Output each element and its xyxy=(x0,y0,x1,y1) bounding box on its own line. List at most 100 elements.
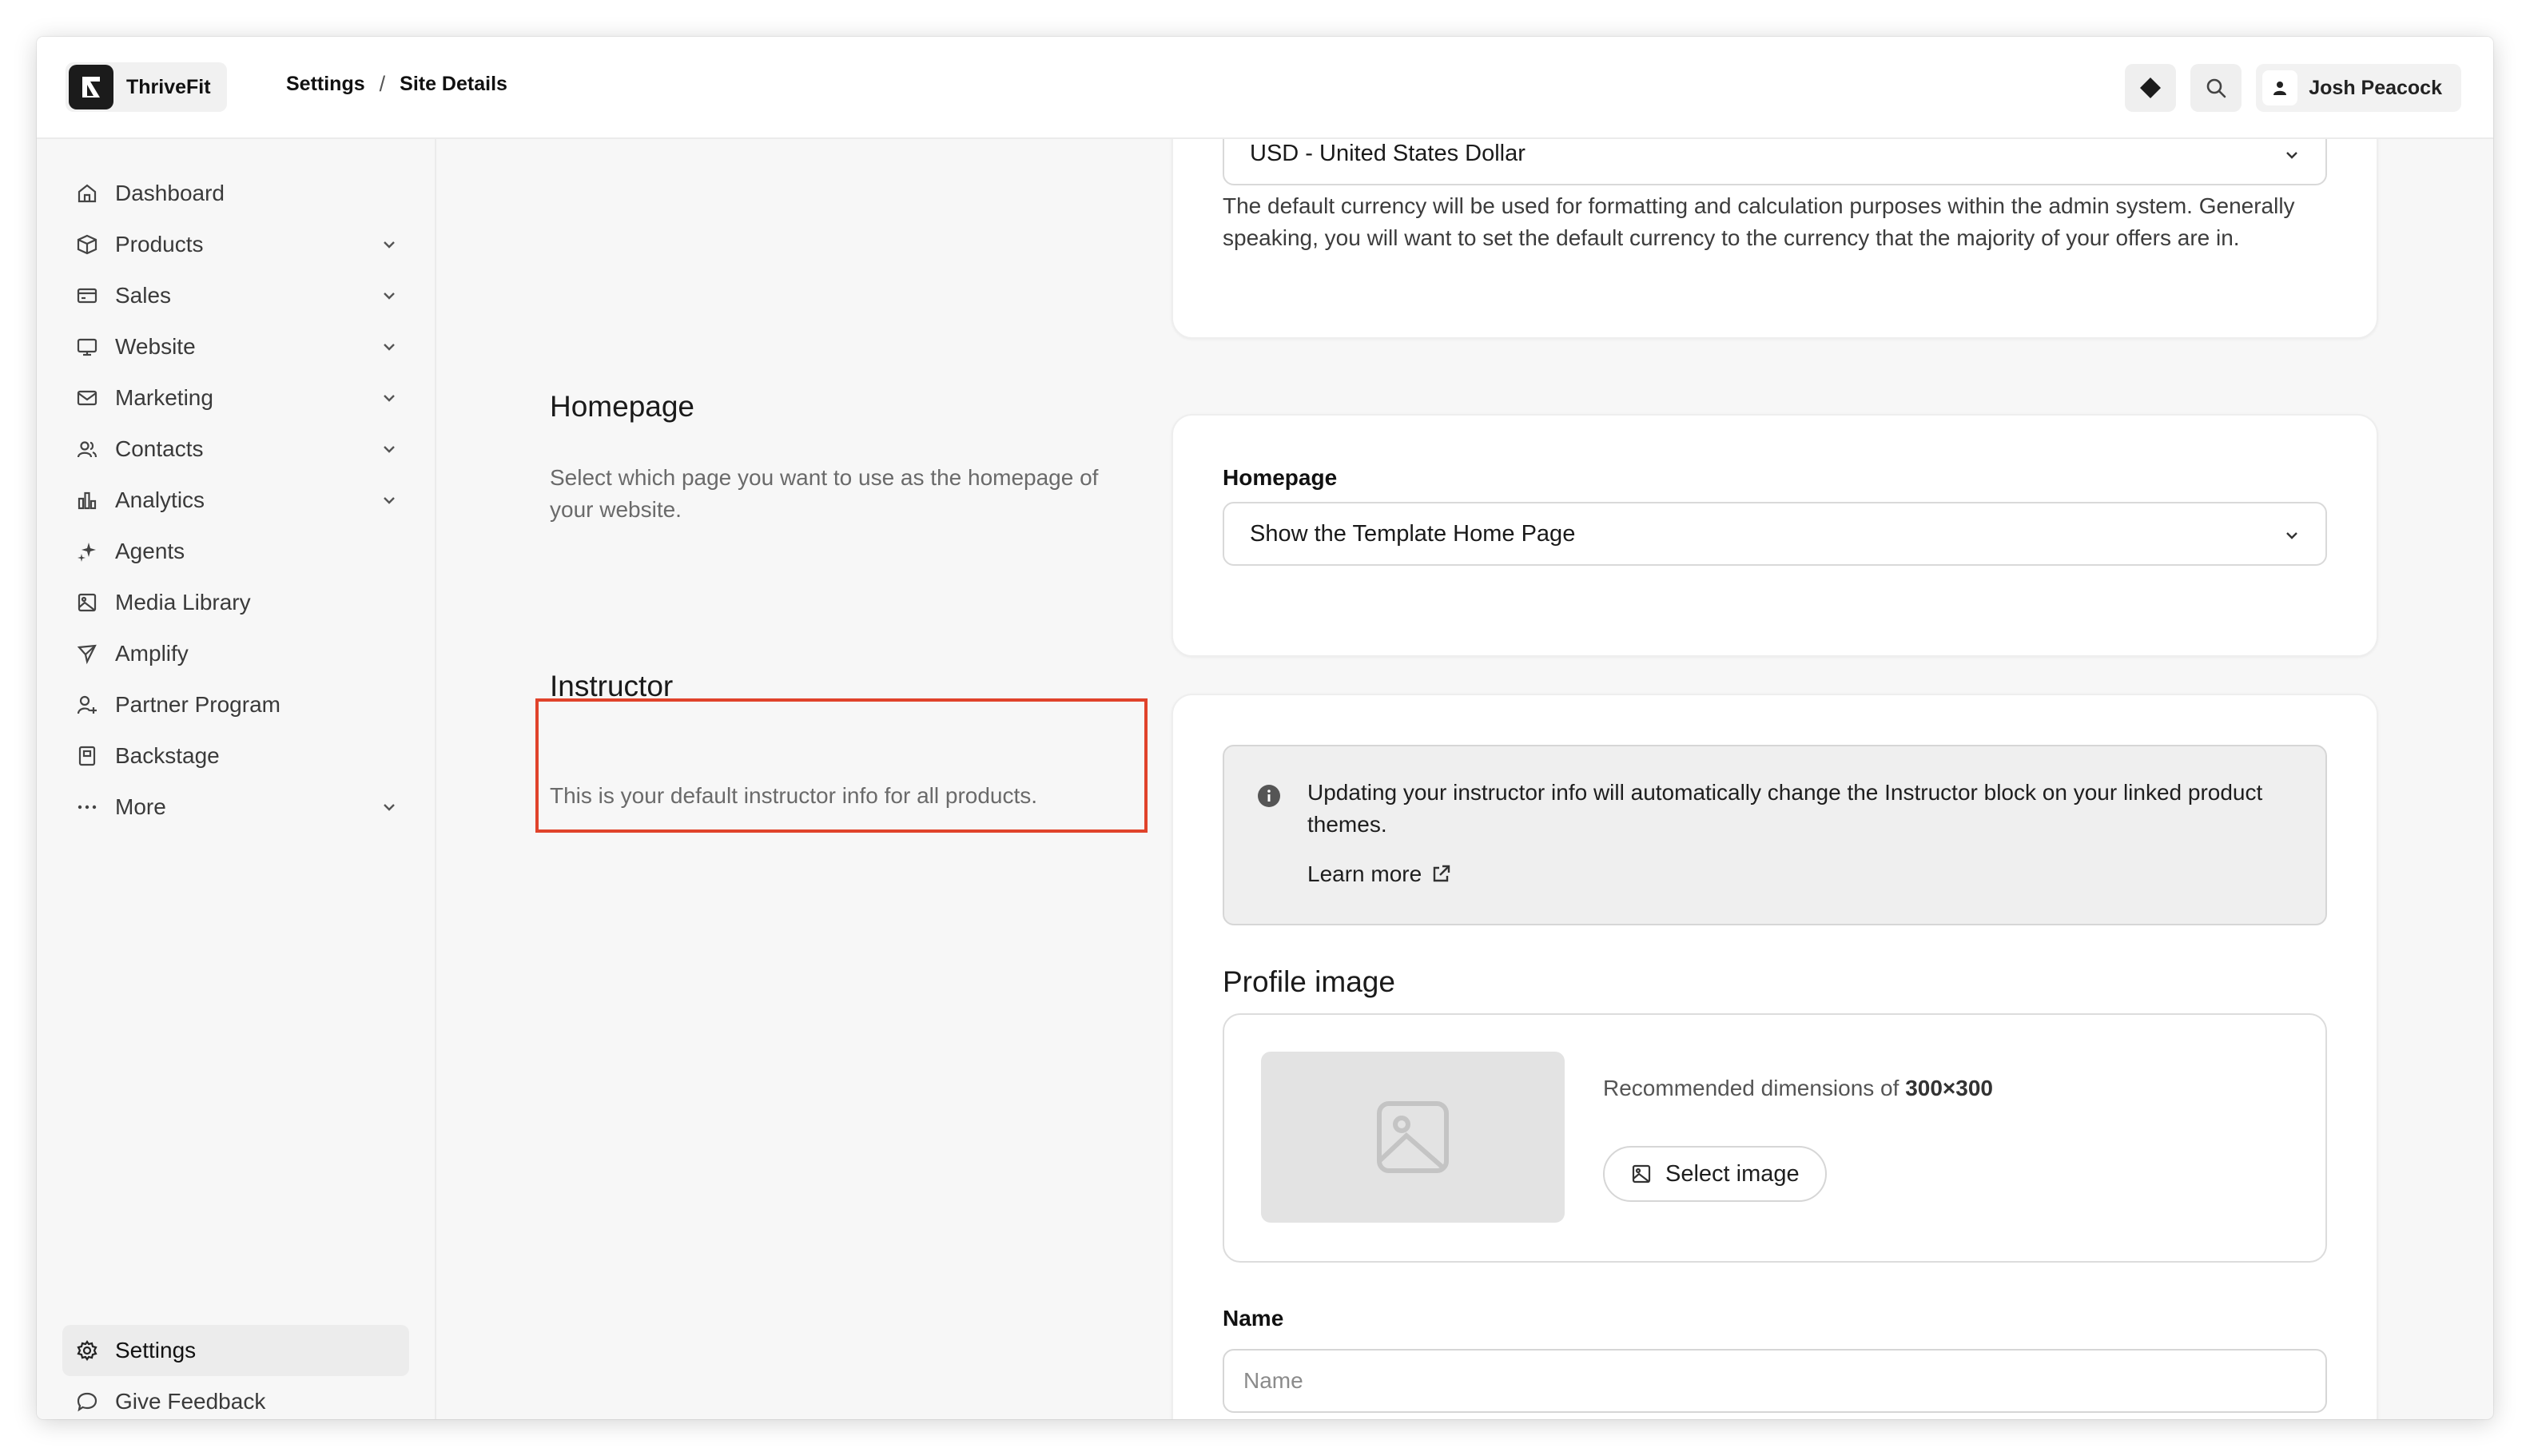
image-icon xyxy=(75,591,99,615)
breadcrumb-current: Site Details xyxy=(400,73,507,95)
chevron-down-icon xyxy=(384,292,395,300)
sidebar-item-analytics[interactable]: Analytics xyxy=(62,475,409,526)
image-icon xyxy=(1632,1164,1651,1183)
search-icon xyxy=(2206,78,2226,98)
chat-bubble-icon xyxy=(75,1390,99,1414)
avatar xyxy=(2262,70,2298,105)
diamond-icon xyxy=(2140,78,2162,98)
recommended-prefix: Recommended dimensions of xyxy=(1603,1076,1899,1100)
search-button[interactable] xyxy=(2190,64,2242,112)
sidebar-item-dashboard[interactable]: Dashboard xyxy=(62,168,409,219)
brand-name: ThriveFit xyxy=(126,75,211,98)
box-icon xyxy=(75,233,99,257)
sidebar-item-label: Partner Program xyxy=(115,692,280,717)
sparkle-icon xyxy=(75,539,99,563)
instructor-highlight-box xyxy=(535,698,1148,833)
user-name: Josh Peacock xyxy=(2309,76,2442,99)
sidebar-nav: Dashboard Products Sales Website Marketi… xyxy=(62,168,409,833)
megaphone-icon xyxy=(75,642,99,666)
ellipsis-icon xyxy=(75,795,99,819)
sidebar-item-amplify[interactable]: Amplify xyxy=(62,628,409,679)
currency-help-text: The default currency will be used for fo… xyxy=(1223,193,2295,250)
homepage-field-label: Homepage xyxy=(1223,465,1338,490)
image-placeholder-icon xyxy=(1377,1101,1449,1173)
chevron-down-icon xyxy=(384,446,395,453)
instructor-section-description: This is your default instructor info for… xyxy=(550,783,1038,808)
user-icon xyxy=(2273,82,2287,95)
sidebar-item-label: Website xyxy=(115,334,196,359)
sidebar-item-agents[interactable]: Agents xyxy=(62,526,409,577)
learn-more-link[interactable]: Learn more xyxy=(1307,861,1452,887)
sidebar-item-more[interactable]: More xyxy=(62,782,409,833)
info-icon xyxy=(1258,785,1280,807)
diamond-button[interactable] xyxy=(2125,64,2177,112)
sidebar-item-backstage[interactable]: Backstage xyxy=(62,730,409,782)
chevron-down-icon xyxy=(384,497,395,504)
breadcrumb-separator: / xyxy=(379,72,386,96)
homepage-select[interactable]: Show the Template Home Page xyxy=(1223,502,2327,566)
sidebar-item-label: Sales xyxy=(115,283,172,308)
sidebar-item-sales[interactable]: Sales xyxy=(62,270,409,321)
sidebar-item-products[interactable]: Products xyxy=(62,219,409,270)
sidebar-item-label: Amplify xyxy=(115,641,189,666)
app-window: ThriveFit Settings / Site Details Josh P… xyxy=(37,37,2493,1419)
chevron-down-icon xyxy=(2286,152,2297,159)
sidebar-item-website[interactable]: Website xyxy=(62,321,409,372)
main-content: USD - United States Dollar The default c… xyxy=(436,139,2493,1419)
sidebar-item-give-feedback[interactable]: Give Feedback xyxy=(62,1376,409,1419)
sidebar-item-contacts[interactable]: Contacts xyxy=(62,424,409,475)
book-icon xyxy=(75,744,99,768)
sidebar-item-label: Agents xyxy=(115,539,185,563)
profile-image-placeholder[interactable] xyxy=(1261,1052,1565,1223)
instructor-info-text: Updating your instructor info will autom… xyxy=(1307,780,2263,837)
sidebar-item-marketing[interactable]: Marketing xyxy=(62,372,409,424)
sidebar: Dashboard Products Sales Website Marketi… xyxy=(37,139,436,1419)
instructor-section-title: Instructor xyxy=(550,670,674,702)
sidebar-item-label: Marketing xyxy=(115,385,213,410)
chevron-down-icon xyxy=(384,804,395,811)
sidebar-item-label: Products xyxy=(115,232,204,257)
sidebar-item-label: Dashboard xyxy=(115,181,225,205)
homepage-select-value: Show the Template Home Page xyxy=(1250,520,1576,547)
sidebar-item-label: Give Feedback xyxy=(115,1389,266,1414)
currency-select[interactable]: USD - United States Dollar xyxy=(1223,139,2327,185)
select-image-button[interactable]: Select image xyxy=(1603,1146,1827,1202)
external-link-icon xyxy=(1433,865,1450,882)
name-field-label: Name xyxy=(1223,1306,1284,1331)
homepage-section-title: Homepage xyxy=(550,390,695,423)
chevron-down-icon xyxy=(384,344,395,351)
currency-select-value: USD - United States Dollar xyxy=(1250,140,1526,166)
chevron-down-icon xyxy=(384,241,395,249)
breadcrumb-settings-link[interactable]: Settings xyxy=(286,73,365,96)
sidebar-bottom: Settings Give Feedback xyxy=(62,1325,409,1419)
home-icon xyxy=(75,181,99,205)
name-input[interactable] xyxy=(1223,1349,2327,1413)
sidebar-item-label: Settings xyxy=(115,1338,197,1363)
sidebar-item-label: More xyxy=(115,794,166,819)
recommended-value: 300×300 xyxy=(1905,1076,1993,1100)
profile-image-title: Profile image xyxy=(1223,965,1395,998)
brand-switcher[interactable]: ThriveFit xyxy=(66,62,227,112)
sidebar-item-media-library[interactable]: Media Library xyxy=(62,577,409,628)
mail-icon xyxy=(75,386,99,410)
monitor-icon xyxy=(75,335,99,359)
sidebar-item-partner-program[interactable]: Partner Program xyxy=(62,679,409,730)
learn-more-label: Learn more xyxy=(1307,861,1422,886)
sidebar-item-label: Backstage xyxy=(115,743,220,768)
homepage-section-description: Select which page you want to use as the… xyxy=(550,465,1099,522)
sidebar-item-label: Analytics xyxy=(115,487,205,512)
brand-logo-icon xyxy=(69,65,113,109)
bar-chart-icon xyxy=(75,488,99,512)
gear-icon xyxy=(75,1339,99,1363)
topbar-actions: Josh Peacock xyxy=(2125,64,2461,112)
users-icon xyxy=(75,437,99,461)
recommended-dimensions-text: Recommended dimensions of 300×300 xyxy=(1603,1076,1993,1101)
select-image-label: Select image xyxy=(1665,1160,1800,1187)
sidebar-item-label: Media Library xyxy=(115,590,251,615)
user-menu-button[interactable]: Josh Peacock xyxy=(2256,64,2461,112)
user-plus-icon xyxy=(75,693,99,717)
credit-card-icon xyxy=(75,284,99,308)
chevron-down-icon xyxy=(2286,532,2297,539)
chevron-down-icon xyxy=(384,395,395,402)
sidebar-item-settings[interactable]: Settings xyxy=(62,1325,409,1376)
